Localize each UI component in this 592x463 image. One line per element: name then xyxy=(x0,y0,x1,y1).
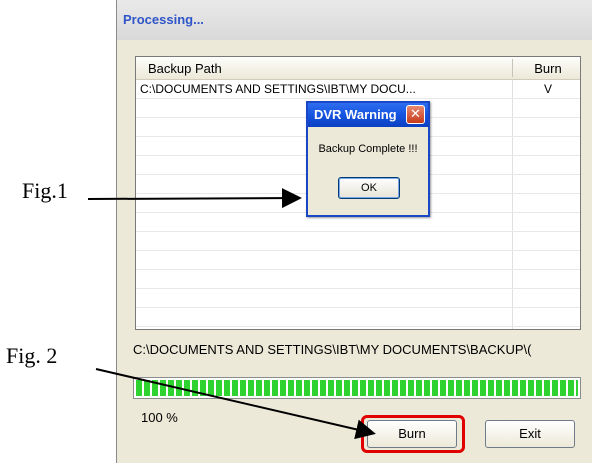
processing-window: Processing... Backup Path Burn C:\DOCUME… xyxy=(116,0,592,463)
column-header-backup-path[interactable]: Backup Path xyxy=(148,61,222,76)
window-titlebar: Processing... xyxy=(117,0,592,40)
fig1-label: Fig.1 xyxy=(22,178,68,203)
list-row-empty xyxy=(136,232,580,251)
dialog-message: Backup Complete !!! xyxy=(318,143,418,155)
list-row[interactable]: C:\DOCUMENTS AND SETTINGS\IBT\MY DOCU...… xyxy=(136,80,580,99)
progress-bar-fill xyxy=(136,380,578,396)
window-title: Processing... xyxy=(123,12,204,27)
dvr-warning-dialog: DVR Warning ✕ Backup Complete !!! OK xyxy=(306,101,430,217)
exit-button[interactable]: Exit xyxy=(485,420,575,448)
burn-button[interactable]: Burn xyxy=(367,420,457,448)
status-path-text: C:\DOCUMENTS AND SETTINGS\IBT\MY DOCUMEN… xyxy=(133,342,532,357)
ok-button[interactable]: OK xyxy=(338,177,400,199)
dialog-title: DVR Warning xyxy=(314,107,397,122)
column-header-burn[interactable]: Burn xyxy=(516,61,580,76)
list-header: Backup Path Burn xyxy=(136,57,580,80)
list-row-empty xyxy=(136,289,580,308)
fig2-label: Fig. 2 xyxy=(6,343,58,368)
row-path: C:\DOCUMENTS AND SETTINGS\IBT\MY DOCU... xyxy=(140,82,416,96)
list-row-empty xyxy=(136,308,580,327)
list-row-empty xyxy=(136,251,580,270)
progress-bar xyxy=(133,377,581,399)
backup-list[interactable]: Backup Path Burn C:\DOCUMENTS AND SETTIN… xyxy=(135,56,581,330)
list-row-empty xyxy=(136,270,580,289)
progress-percent: 100 % xyxy=(141,410,178,425)
header-divider xyxy=(512,59,513,77)
row-burn-flag: V xyxy=(543,82,552,96)
dialog-titlebar: DVR Warning ✕ xyxy=(308,103,428,127)
close-icon[interactable]: ✕ xyxy=(406,105,425,124)
